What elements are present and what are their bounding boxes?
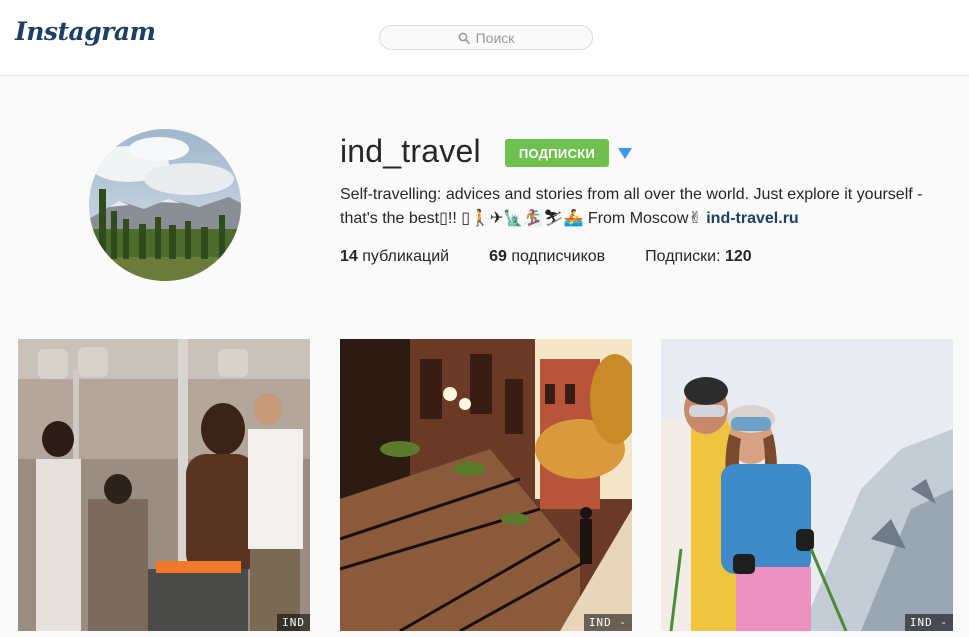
profile-username: ind_travel [340,133,481,169]
street-photo [340,339,632,631]
post-thumbnail-ski[interactable]: IND - [661,339,953,631]
profile-avatar [89,129,241,281]
followers-label: подписчиков [506,248,606,265]
ski-photo [661,339,953,631]
post-watermark: IND [277,614,310,631]
post-watermark: IND - [583,614,632,631]
post-thumbnail-street[interactable]: IND - [340,339,632,631]
post-thumbnail-subway[interactable]: IND [18,339,310,631]
profile-stats: 14 публикаций 69 подписчиков Подписки: 1… [340,248,792,266]
following-count: 120 [724,248,752,265]
following-label: Подписки: [645,248,725,265]
following-button[interactable]: ПОДПИСКИ [505,139,609,167]
dropdown-arrow-icon[interactable] [617,146,633,160]
posts-count: 14 [340,248,358,265]
post-watermark: IND - [904,614,953,631]
profile-bio: Self-travelling: advices and stories fro… [340,183,960,231]
posts-label: публикаций [357,248,450,265]
instagram-logo[interactable]: Instagram [15,17,156,46]
followers-count: 69 [489,248,507,265]
top-header: Instagram Поиск [0,0,969,76]
search-icon [458,32,470,44]
subway-photo [18,339,310,631]
bio-text: Self-travelling: advices and stories fro… [340,186,923,227]
stat-following[interactable]: Подписки: 120 [645,248,752,266]
search-placeholder: Поиск [475,29,515,46]
stat-followers[interactable]: 69 подписчиков [489,248,605,266]
search-input[interactable]: Поиск [379,25,593,50]
stat-posts: 14 публикаций [340,248,449,266]
bio-website-link[interactable]: ind-travel.ru [706,210,798,227]
